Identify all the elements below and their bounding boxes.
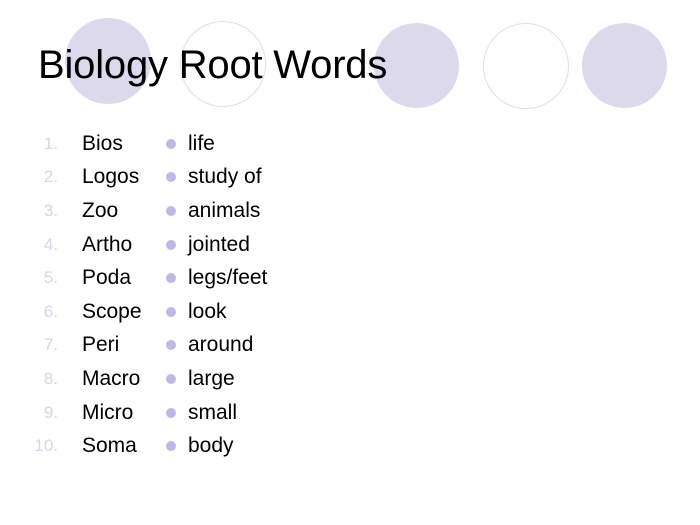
root-word-term: Poda <box>82 266 132 290</box>
root-word-definition: jointed <box>188 232 250 256</box>
row-number: 6. <box>43 301 58 321</box>
bullet-icon <box>166 205 176 216</box>
bullet-icon <box>166 306 176 317</box>
root-word-term: Logos <box>82 165 140 189</box>
decor-circle-5 <box>582 23 667 108</box>
root-word-term: Artho <box>82 232 133 256</box>
root-word-definition: small <box>188 400 238 424</box>
root-word-term: Bios <box>82 131 123 155</box>
root-word-term: Peri <box>82 333 120 357</box>
root-word-definition: life <box>188 131 215 155</box>
root-word-definition: large <box>188 366 235 390</box>
root-word-definition: look <box>188 299 227 323</box>
root-word-row: 10. Soma body <box>0 429 700 463</box>
row-number: 3. <box>43 200 58 220</box>
row-number: 8. <box>43 368 58 388</box>
root-word-definition: study of <box>188 165 262 189</box>
row-number: 1. <box>43 133 58 153</box>
bullet-icon <box>166 340 176 351</box>
bullet-icon <box>166 138 176 149</box>
root-word-row: 2. Logos study of <box>0 161 700 195</box>
row-number: 2. <box>43 167 58 187</box>
bullet-icon <box>166 273 176 284</box>
row-number: 5. <box>43 268 58 288</box>
root-word-row: 8. Macro large <box>0 362 700 396</box>
bullet-icon <box>166 441 176 452</box>
root-word-definition: animals <box>188 198 261 222</box>
row-number: 9. <box>43 402 58 422</box>
root-word-term: Micro <box>82 400 134 424</box>
root-word-definition: body <box>188 434 234 458</box>
row-number: 10. <box>34 436 58 456</box>
root-word-row: 5. Poda legs/feet <box>0 261 700 295</box>
root-word-row: 4. Artho jointed <box>0 228 700 262</box>
root-word-term: Macro <box>82 366 141 390</box>
decor-circle-4 <box>483 23 569 109</box>
root-word-term: Soma <box>82 434 137 458</box>
root-word-row: 1. Bios life <box>0 127 700 161</box>
root-word-term: Scope <box>82 299 142 323</box>
root-word-row: 7. Peri around <box>0 329 700 363</box>
root-word-term: Zoo <box>82 198 119 222</box>
bullet-icon <box>166 239 176 250</box>
bullet-icon <box>166 407 176 418</box>
row-number: 7. <box>43 335 58 355</box>
root-word-definition: legs/feet <box>188 266 268 290</box>
bullet-icon <box>166 373 176 384</box>
slide-canvas: Biology Root Words 1. Bios life 2. Logos stud… <box>0 0 700 525</box>
root-word-list: 1. Bios life 2. Logos study of 3. Zoo animals 4. A… <box>0 127 700 463</box>
page-title: Biology Root Words <box>38 43 388 87</box>
root-word-definition: around <box>188 333 254 357</box>
root-word-row: 3. Zoo animals <box>0 194 700 228</box>
row-number: 4. <box>43 234 58 254</box>
root-word-row: 6. Scope look <box>0 295 700 329</box>
bullet-icon <box>166 172 176 183</box>
root-word-row: 9. Micro small <box>0 396 700 430</box>
